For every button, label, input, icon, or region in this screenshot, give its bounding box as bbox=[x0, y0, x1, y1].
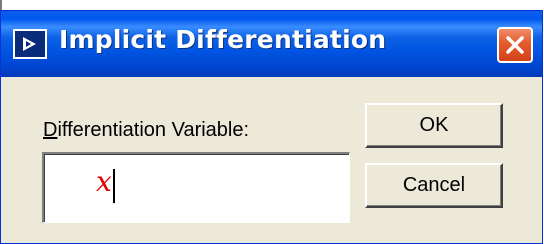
close-button[interactable] bbox=[497, 27, 533, 63]
label-text: ifferentiation Variable: bbox=[57, 119, 250, 141]
app-icon bbox=[13, 29, 47, 59]
dialog-title: Implicit Differentiation bbox=[59, 25, 387, 54]
differentiation-variable-input[interactable]: x bbox=[42, 152, 350, 223]
input-value: x bbox=[96, 165, 112, 198]
close-icon bbox=[506, 36, 524, 54]
ok-button[interactable]: OK bbox=[365, 103, 503, 148]
text-caret bbox=[113, 169, 115, 203]
dialog-window: Implicit Differentiation Differentiation… bbox=[0, 10, 543, 244]
title-bar[interactable]: Implicit Differentiation bbox=[1, 11, 542, 77]
app-icon-glyph bbox=[17, 33, 43, 55]
differentiation-variable-label: Differentiation Variable: bbox=[43, 119, 249, 142]
label-accelerator: D bbox=[43, 119, 58, 141]
screen: Implicit Differentiation Differentiation… bbox=[0, 0, 544, 244]
cancel-button[interactable]: Cancel bbox=[365, 163, 503, 208]
